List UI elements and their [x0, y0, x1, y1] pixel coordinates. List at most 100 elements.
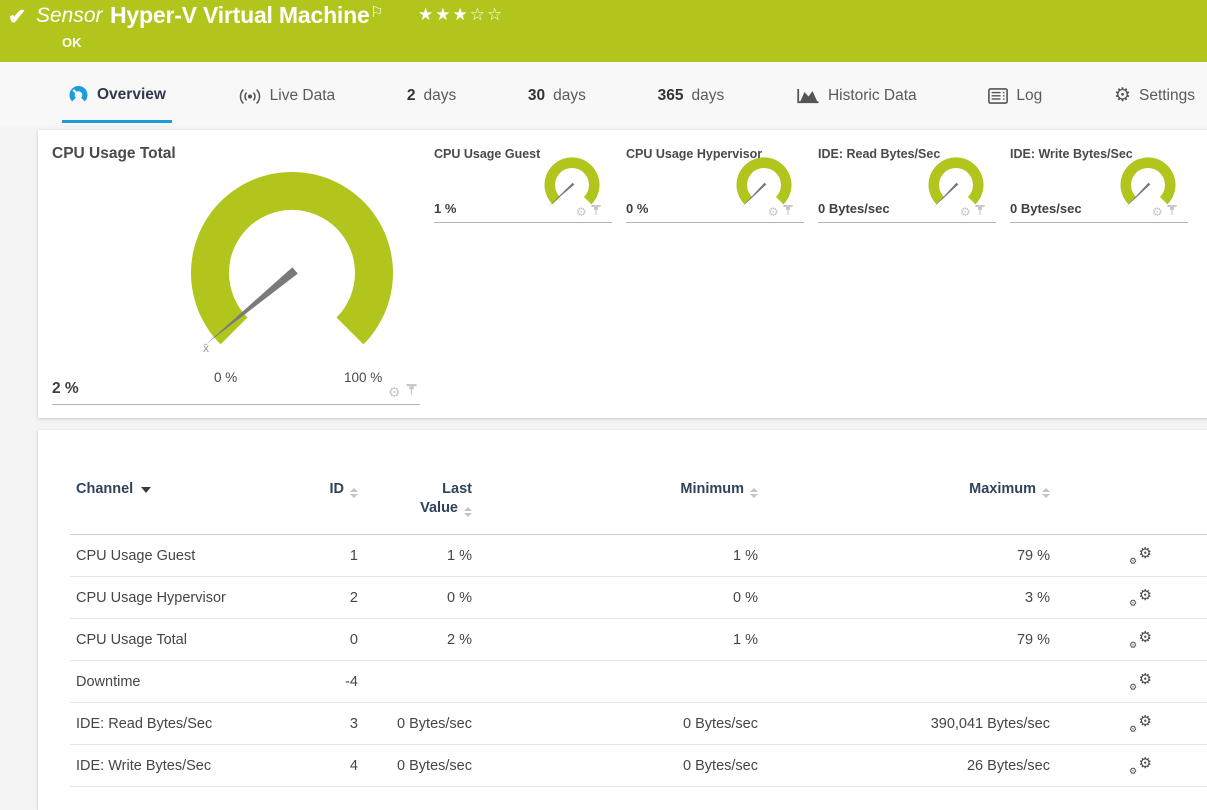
channel-maximum: 79 % — [1016, 631, 1050, 648]
tile-value: 0 Bytes/sec — [818, 201, 890, 216]
tab-number: 30 — [527, 87, 546, 104]
gauge-settings-gear-icon[interactable]: ⚙ — [388, 385, 401, 399]
tab-label: days — [691, 87, 725, 104]
cpu-usage-total-gauge: x̄ — [190, 171, 393, 355]
sorted-caret-icon — [141, 487, 152, 493]
tab-settings[interactable]: ⚙ Settings — [1110, 85, 1199, 125]
channel-minimum: 1 % — [733, 547, 758, 564]
channel-settings-gears-icon[interactable]: ⚙ ⚙ — [1128, 545, 1152, 566]
tab-number: 365 — [657, 87, 684, 104]
table-row: IDE: Write Bytes/Sec 4 0 Bytes/sec 0 Byt… — [70, 745, 1207, 787]
channel-last-value: 0 % — [447, 589, 472, 606]
tile-title: IDE: Read Bytes/Sec — [818, 147, 941, 161]
channel-id: 3 — [349, 715, 358, 732]
log-list-icon — [988, 88, 1009, 104]
table-row: Downtime -4 ⚙ ⚙ — [70, 661, 1207, 703]
channel-name[interactable]: IDE: Read Bytes/Sec — [70, 716, 296, 732]
tab-2-days[interactable]: 2 days — [403, 87, 460, 125]
channel-minimum: 0 Bytes/sec — [683, 715, 758, 732]
tab-number: 2 — [406, 87, 416, 104]
channels-panel: Channel ID Last Value Minimum Maximum CP… — [38, 430, 1207, 810]
gauge-settings-gear-icon[interactable]: ⚙ — [768, 206, 779, 218]
area-chart-icon — [796, 86, 820, 105]
channel-name[interactable]: CPU Usage Guest — [70, 548, 296, 564]
sort-arrows-icon — [750, 488, 758, 498]
pin-icon[interactable] — [406, 383, 417, 401]
tab-label: Settings — [1138, 87, 1195, 104]
favorite-rating-stars[interactable]: ★★★☆☆ — [418, 5, 504, 25]
gauge-scale-max: 100 % — [344, 370, 383, 385]
settings-gear-icon: ⚙ — [1113, 85, 1131, 106]
tab-live-data[interactable]: Live Data — [234, 87, 339, 125]
main-gauge-title: CPU Usage Total — [52, 145, 176, 162]
tile-value: 1 % — [434, 201, 457, 216]
channel-name[interactable]: IDE: Write Bytes/Sec — [70, 758, 296, 774]
channel-name[interactable]: CPU Usage Total — [70, 632, 296, 648]
channel-id: 4 — [349, 757, 358, 774]
column-header-id[interactable]: ID — [296, 480, 358, 499]
gauges-panel: CPU Usage Total x̄ 0 % 100 % 2 % ⚙ CPU U… — [38, 130, 1207, 418]
tile-separator — [818, 222, 996, 223]
tile-separator — [434, 222, 612, 223]
active-tab-underline — [62, 120, 172, 123]
pin-icon[interactable] — [783, 203, 793, 221]
column-header-channel[interactable]: Channel — [70, 480, 296, 499]
channel-last-value: 0 Bytes/sec — [397, 715, 472, 732]
channel-settings-gears-icon[interactable]: ⚙ ⚙ — [1128, 587, 1152, 608]
pin-icon[interactable] — [975, 203, 985, 221]
channel-id: 0 — [349, 631, 358, 648]
channel-settings-gears-icon[interactable]: ⚙ ⚙ — [1128, 671, 1152, 692]
gauge-tile-cpu-usage-hypervisor: CPU Usage Hypervisor 0 % ⚙ — [626, 130, 804, 418]
channel-maximum: 26 Bytes/sec — [966, 757, 1050, 774]
gauge-icon — [68, 84, 89, 105]
tab-label: Log — [1016, 87, 1043, 104]
sort-arrows-icon — [1042, 488, 1050, 498]
tab-bar: Overview Live Data 2 days 30 days 365 da… — [0, 62, 1207, 125]
column-header-minimum[interactable]: Minimum — [472, 480, 758, 499]
channel-maximum: 79 % — [1016, 547, 1050, 564]
channel-settings-gears-icon[interactable]: ⚙ ⚙ — [1128, 629, 1152, 650]
tab-label: days — [553, 87, 586, 104]
gauge-tile-cpu-usage-guest: CPU Usage Guest 1 % ⚙ — [434, 130, 612, 418]
header-label: Minimum — [680, 481, 744, 497]
channel-maximum: 390,041 Bytes/sec — [930, 715, 1050, 732]
table-row: IDE: Read Bytes/Sec 3 0 Bytes/sec 0 Byte… — [70, 703, 1207, 745]
gauge-settings-gear-icon[interactable]: ⚙ — [576, 206, 587, 218]
tile-separator — [626, 222, 804, 223]
tab-log[interactable]: Log — [984, 87, 1046, 125]
tab-label: days — [423, 87, 457, 104]
channel-last-value: 0 Bytes/sec — [397, 757, 472, 774]
tab-365-days[interactable]: 365 days — [654, 87, 729, 125]
sensor-title: Hyper-V Virtual Machine — [110, 2, 370, 28]
tile-separator — [1010, 222, 1188, 223]
channel-id: 1 — [349, 547, 358, 564]
channel-settings-gears-icon[interactable]: ⚙ ⚙ — [1128, 755, 1152, 776]
tab-overview[interactable]: Overview — [62, 84, 172, 125]
tab-historic-data[interactable]: Historic Data — [792, 86, 921, 125]
table-row: CPU Usage Guest 1 1 % 1 % 79 % ⚙ ⚙ — [70, 535, 1207, 577]
column-header-maximum[interactable]: Maximum — [758, 480, 1050, 499]
channel-maximum: 3 % — [1025, 589, 1050, 606]
pin-icon[interactable] — [591, 203, 601, 221]
gauge-tile-ide-write: IDE: Write Bytes/Sec 0 Bytes/sec ⚙ — [1010, 130, 1188, 418]
channel-id: -4 — [345, 673, 358, 690]
channel-settings-gears-icon[interactable]: ⚙ ⚙ — [1128, 713, 1152, 734]
channel-id: 2 — [349, 589, 358, 606]
header-label: Value — [420, 500, 458, 516]
gauge-settings-gear-icon[interactable]: ⚙ — [1152, 206, 1163, 218]
priority-flag-icon[interactable]: ⚐ — [370, 3, 383, 21]
header-label: Last — [442, 481, 472, 497]
channel-name[interactable]: CPU Usage Hypervisor — [70, 590, 296, 606]
sort-arrows-icon — [464, 507, 472, 517]
channel-last-value: 2 % — [447, 631, 472, 648]
tile-separator — [52, 404, 420, 405]
channel-name[interactable]: Downtime — [70, 674, 296, 690]
pin-icon[interactable] — [1167, 203, 1177, 221]
channel-minimum: 0 Bytes/sec — [683, 757, 758, 774]
table-row: CPU Usage Hypervisor 2 0 % 0 % 3 % ⚙ ⚙ — [70, 577, 1207, 619]
tab-label: Live Data — [269, 87, 336, 104]
gauge-settings-gear-icon[interactable]: ⚙ — [960, 206, 971, 218]
column-header-last-value[interactable]: Last Value — [358, 480, 472, 518]
tab-30-days[interactable]: 30 days — [524, 87, 590, 125]
header-label: Channel — [76, 481, 134, 497]
